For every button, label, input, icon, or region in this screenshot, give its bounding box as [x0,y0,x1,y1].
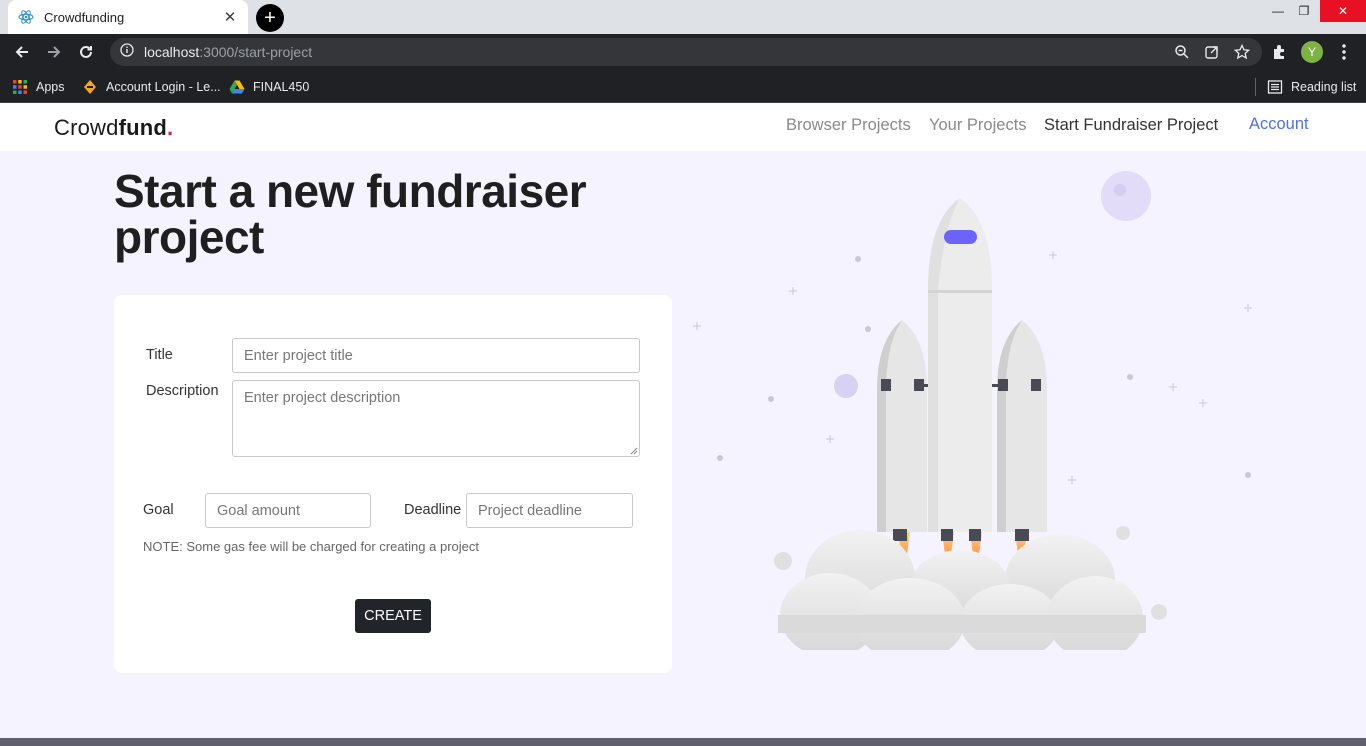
nav-your-projects[interactable]: Your Projects [929,116,1027,135]
smoke-clouds [774,526,1167,662]
brand-logo[interactable]: Crowdfund. [54,115,173,141]
right-booster [992,320,1047,541]
brand-dot: . [167,115,174,140]
os-taskbar [0,738,1366,746]
zoom-icon[interactable] [1174,44,1190,65]
gas-fee-note: NOTE: Some gas fee will be charged for c… [143,539,479,554]
description-textarea[interactable]: Enter project description [232,380,640,457]
browser-menu-icon[interactable] [1334,42,1354,62]
url-host: localhost [144,44,200,60]
app-navbar: Crowdfund. Browser Projects Your Project… [0,103,1366,151]
bookmark-label: Apps [36,80,65,94]
reload-icon[interactable] [76,42,96,62]
browser-tabbar: Crowdfunding ✕ + — ❐ ✕ [0,0,1366,34]
nav-start-fundraiser-project[interactable]: Start Fundraiser Project [1044,116,1218,135]
nav-browser-projects[interactable]: Browser Projects [786,116,911,135]
deadline-input[interactable]: Project deadline [466,493,633,528]
account-login-favicon-icon [84,80,96,94]
large-planet [1101,171,1151,221]
create-button[interactable]: CREATE [355,599,431,633]
apps-grid-icon [13,80,27,94]
forward-arrow-icon[interactable] [44,42,64,62]
main-rocket-body [928,198,992,541]
bookmarks-divider [1255,78,1256,96]
rocket-window [944,230,977,244]
site-info-icon[interactable] [120,42,134,62]
profile-initial: Y [1301,41,1323,63]
bookmark-label: FINAL450 [253,80,310,94]
browser-toolbar: localhost:3000/start-project [0,34,1366,70]
url-path: :3000/start-project [199,44,313,60]
rocket-illustration [680,160,1280,662]
reading-list-icon [1267,80,1283,94]
bookmark-apps[interactable]: Apps [12,76,65,98]
address-bar[interactable]: localhost:3000/start-project [110,38,1262,66]
browser-tab-active[interactable]: Crowdfunding ✕ [8,0,248,34]
react-favicon-icon [18,9,34,25]
reading-list-button[interactable]: Reading list [1267,76,1356,98]
restore-button[interactable]: ❐ [1289,0,1319,22]
title-label: Title [146,347,173,363]
brand-text-light: Crowd [54,115,119,140]
deadline-label: Deadline [404,502,462,518]
tab-close-icon[interactable]: ✕ [222,8,238,26]
bookmarks-bar: Apps Account Login - Le... FINAL450 Read… [0,70,1366,103]
reading-list-label: Reading list [1291,80,1357,94]
bookmark-star-icon[interactable] [1233,43,1251,65]
bookmark-final450[interactable]: FINAL450 [229,76,309,98]
description-label: Description [146,383,219,399]
bookmark-account-login[interactable]: Account Login - Le... [82,76,221,98]
close-window-button[interactable]: ✕ [1320,0,1366,22]
back-arrow-icon[interactable] [12,42,32,62]
title-input[interactable]: Enter project title [232,338,640,373]
new-tab-button[interactable]: + [256,4,284,32]
tab-title: Crowdfunding [44,9,125,25]
share-icon[interactable] [1204,44,1220,65]
brand-text-bold: fund [118,115,168,140]
resize-handle-icon[interactable] [630,447,638,455]
goal-label: Goal [143,502,174,518]
bookmark-label: Account Login - Le... [106,80,221,94]
left-booster [877,320,930,541]
small-planet [834,374,858,398]
extensions-puzzle-icon[interactable] [1270,42,1290,62]
page-title: Start a new fundraiser project [114,165,587,263]
goal-input[interactable]: Goal amount [205,493,371,528]
profile-avatar[interactable]: Y [1300,41,1324,63]
nav-account[interactable]: Account [1249,115,1309,134]
google-drive-icon [229,80,245,94]
create-project-form: Title Enter project title Description En… [114,295,672,673]
